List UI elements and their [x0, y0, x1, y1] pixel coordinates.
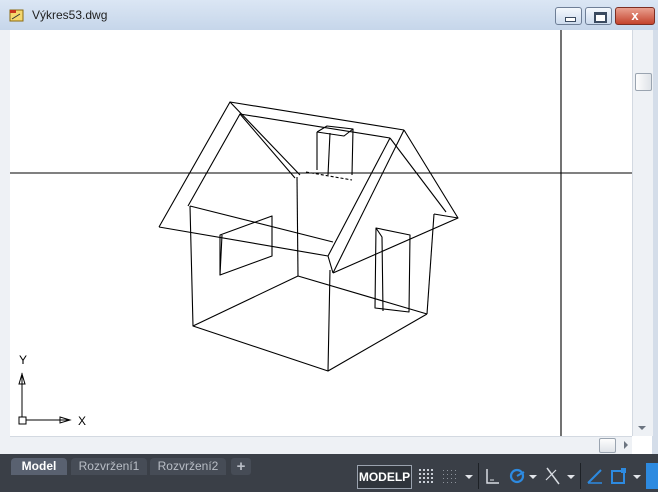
roof-right-edge: [403, 129, 459, 219]
minimize-button[interactable]: [555, 7, 582, 25]
wall-floor-right: [297, 275, 428, 315]
drawing-viewport[interactable]: [10, 30, 632, 436]
ucs-x-label: X: [78, 414, 87, 428]
roof-left-inner: [187, 113, 296, 207]
tab-rozvrzeni2[interactable]: Rozvržení2: [150, 458, 226, 475]
dwg-file-icon: [9, 9, 24, 22]
layout-tabs: Model Rozvržení1 Rozvržení2 +: [0, 454, 355, 476]
roof-front-slope: [327, 137, 391, 257]
roof-front-slope-lower: [332, 129, 405, 274]
wall-right-corner: [426, 213, 435, 315]
door-frame: [374, 227, 411, 313]
horizontal-scroll-thumb[interactable]: [599, 438, 616, 453]
horizontal-scrollbar[interactable]: [10, 436, 632, 454]
lineweight-icon[interactable]: [584, 463, 606, 489]
tab-model[interactable]: Model: [11, 458, 67, 475]
ucs-origin-box: [18, 416, 27, 425]
isodraft-dropdown-icon[interactable]: [566, 463, 576, 489]
snap-icon[interactable]: [440, 463, 462, 489]
wall-floor-back: [192, 275, 299, 327]
wall-right-front: [327, 313, 428, 372]
wall-front-top: [189, 205, 334, 243]
minimize-icon: [565, 17, 576, 22]
model-space-toggle[interactable]: MODELP: [357, 465, 412, 489]
title-bar: Výkres53.dwg x: [0, 0, 658, 31]
wall-corner-back: [296, 176, 299, 277]
ucs-y-label: Y: [19, 353, 28, 367]
roof-eave-right: [332, 217, 459, 274]
house-wireframe: [158, 101, 459, 372]
scroll-right-arrow-icon[interactable]: [624, 441, 628, 449]
polar-dropdown-icon[interactable]: [528, 463, 538, 489]
window-title: Výkres53.dwg: [32, 8, 108, 22]
add-layout-button[interactable]: +: [231, 458, 251, 475]
status-bar-edge: [646, 463, 658, 489]
chimney-right: [351, 128, 354, 176]
polar-tracking-icon[interactable]: [506, 463, 528, 489]
close-icon: x: [631, 8, 639, 23]
door-leaf: [375, 227, 384, 312]
ortho-icon[interactable]: [482, 463, 504, 489]
maximize-icon: [594, 12, 607, 23]
wall-front-left: [189, 205, 331, 372]
isodraft-icon[interactable]: [542, 463, 564, 489]
close-button[interactable]: x: [615, 7, 655, 25]
annotation-icon[interactable]: [608, 463, 630, 489]
maximize-button[interactable]: [585, 7, 612, 25]
roof-ridge-inner: [239, 113, 391, 139]
window-frame-left: [0, 30, 10, 454]
vertical-scrollbar[interactable]: [632, 30, 653, 436]
vertical-scroll-thumb[interactable]: [635, 73, 652, 91]
tab-rozvrzeni1[interactable]: Rozvržení1: [71, 458, 147, 475]
separator: [580, 463, 581, 489]
snap-dropdown-icon[interactable]: [464, 463, 474, 489]
roof-eave-front: [158, 226, 329, 257]
annotation-dropdown-icon[interactable]: [632, 463, 642, 489]
chimney-mid: [327, 132, 331, 176]
separator: [478, 463, 479, 489]
scroll-down-arrow-icon[interactable]: [638, 426, 646, 430]
roof-right-inner: [389, 137, 447, 213]
crosshair-cursor: [10, 30, 632, 436]
grid-icon[interactable]: [416, 463, 436, 489]
drawing-canvas[interactable]: Y X: [10, 30, 632, 436]
ucs-icon: [18, 372, 72, 425]
